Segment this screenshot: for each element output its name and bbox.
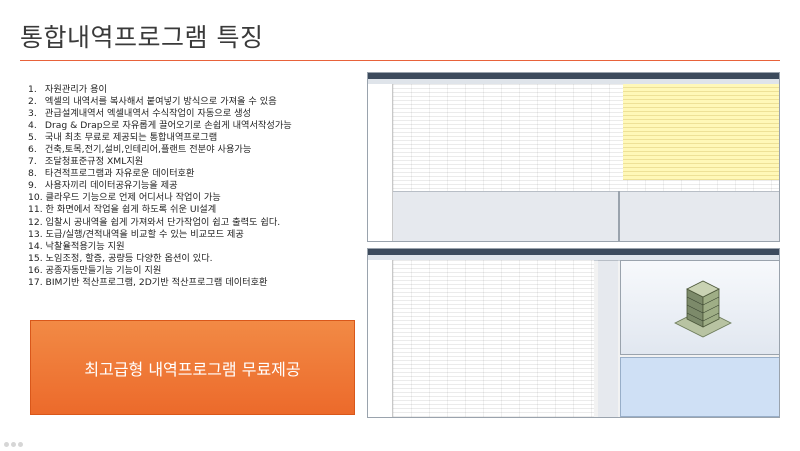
feature-text: 자원관리가 용이	[44, 84, 108, 95]
feature-item: 4. Drag & Drap으로 자유롭게 끌어오기로 손쉽게 내역서작성가능	[28, 120, 292, 132]
feature-text: 노임조정, 할증, 공량등 다양한 옵션이 있다.	[45, 252, 213, 264]
feature-number: 11.	[28, 204, 43, 216]
feature-item: 8. 타견적프로그램과 자유로운 데이터호환	[28, 168, 292, 180]
feature-number: 10.	[28, 192, 43, 204]
feature-text: 사용자끼리 데이터공유기능을 제공	[44, 180, 178, 192]
feature-item: 12. 입찰시 공내역을 쉽게 가져와서 단가작업이 쉽고 출력도 쉽다.	[28, 217, 292, 229]
item-tree-panel	[368, 260, 393, 417]
feature-item: 6. 건축,토목,전기,설비,인테리어,플랜트 전분야 사용가능	[28, 144, 292, 156]
feature-text: 건축,토목,전기,설비,인테리어,플랜트 전분야 사용가능	[44, 144, 252, 156]
highlighted-cost-panel	[623, 84, 779, 180]
feature-number: 3.	[28, 108, 37, 120]
panel-splitter	[618, 191, 620, 241]
feature-item: 13. 도급/실행/견적내역을 비교할 수 있는 비교모드 제공	[28, 229, 292, 241]
feature-number: 8.	[28, 168, 37, 180]
feature-number: 6.	[28, 144, 37, 156]
feature-number: 14.	[28, 240, 43, 252]
feature-text: 한 화면에서 작업을 쉽게 하도록 쉬운 UI설계	[45, 204, 217, 216]
feature-number: 12.	[28, 216, 43, 228]
feature-list: 1. 자원관리가 용이 2. 엑셀의 내역서를 복사해서 붙여넣기 방식으로 가…	[28, 84, 292, 289]
free-offer-label: 최고급형 내역프로그램 무료제공	[84, 359, 301, 379]
feature-number: 17.	[28, 276, 43, 288]
feature-text: 클라우드 기능으로 언제 어디서나 작업이 가능	[45, 192, 221, 204]
feature-text: 관급설계내역서 엑셀내역서 수식작업이 자동으로 생성	[44, 108, 252, 120]
feature-item: 10. 클라우드 기능으로 언제 어디서나 작업이 가능	[28, 192, 292, 204]
bim-3d-viewer	[620, 260, 779, 355]
feature-item: 11. 한 화면에서 작업을 쉽게 하도록 쉬운 UI설계	[28, 204, 292, 216]
feature-number: 13.	[28, 228, 43, 240]
feature-text: 낙찰율적용기능 지원	[45, 240, 125, 252]
app-screenshot-bim	[367, 248, 780, 418]
feature-text: BIM기반 적산프로그램, 2D기반 적산프로그램 데이터호환	[45, 276, 268, 288]
feature-item: 16. 공종자동만들기능 기능이 지원	[28, 265, 292, 277]
feature-number: 5.	[28, 132, 37, 144]
slide-pager	[4, 432, 25, 451]
feature-number: 15.	[28, 252, 43, 264]
feature-item: 7. 조달청표준규정 XML지원	[28, 156, 292, 168]
bottom-detail-panel	[393, 191, 779, 241]
pager-dot[interactable]	[4, 442, 9, 447]
feature-number: 7.	[28, 156, 37, 168]
feature-text: 공종자동만들기능 기능이 지원	[45, 264, 162, 276]
feature-number: 9.	[28, 180, 37, 192]
feature-item: 2. 엑셀의 내역서를 복사해서 붙여넣기 방식으로 가져올 수 있음	[28, 96, 292, 108]
feature-item: 9. 사용자끼리 데이터공유기능을 제공	[28, 180, 292, 192]
feature-text: 엑셀의 내역서를 복사해서 붙여넣기 방식으로 가져올 수 있음	[44, 96, 277, 108]
estimate-grid	[393, 260, 594, 417]
feature-item: 1. 자원관리가 용이	[28, 84, 292, 96]
feature-text: 타견적프로그램과 자유로운 데이터호환	[44, 168, 195, 180]
feature-number: 16.	[28, 264, 43, 276]
feature-number: 1.	[28, 84, 37, 95]
bim-side-panel	[598, 260, 618, 417]
free-offer-button[interactable]: 최고급형 내역프로그램 무료제공	[30, 320, 355, 415]
feature-item: 5. 국내 최초 무료로 제공되는 통합내역프로그램	[28, 132, 292, 144]
pager-dot[interactable]	[18, 442, 23, 447]
item-tree-panel	[368, 84, 393, 241]
pager-dot[interactable]	[11, 442, 16, 447]
bim-property-panel	[620, 357, 779, 417]
app-screenshot-spreadsheet	[367, 72, 780, 242]
feature-text: Drag & Drap으로 자유롭게 끌어오기로 손쉽게 내역서작성가능	[44, 120, 292, 132]
feature-item: 14. 낙찰율적용기능 지원	[28, 241, 292, 253]
building-3d-icon	[674, 280, 732, 338]
feature-text: 국내 최초 무료로 제공되는 통합내역프로그램	[44, 132, 218, 144]
slide-title: 통합내역프로그램 특징	[20, 23, 264, 52]
feature-text: 입찰시 공내역을 쉽게 가져와서 단가작업이 쉽고 출력도 쉽다.	[45, 216, 281, 228]
feature-number: 2.	[28, 96, 37, 108]
feature-item: 3. 관급설계내역서 엑셀내역서 수식작업이 자동으로 생성	[28, 108, 292, 120]
feature-text: 조달청표준규정 XML지원	[44, 156, 144, 168]
feature-item: 15. 노임조정, 할증, 공량등 다양한 옵션이 있다.	[28, 253, 292, 265]
feature-number: 4.	[28, 120, 37, 132]
feature-text: 도급/실행/견적내역을 비교할 수 있는 비교모드 제공	[45, 228, 244, 240]
feature-item: 17. BIM기반 적산프로그램, 2D기반 적산프로그램 데이터호환	[28, 277, 292, 289]
title-divider	[20, 60, 780, 61]
